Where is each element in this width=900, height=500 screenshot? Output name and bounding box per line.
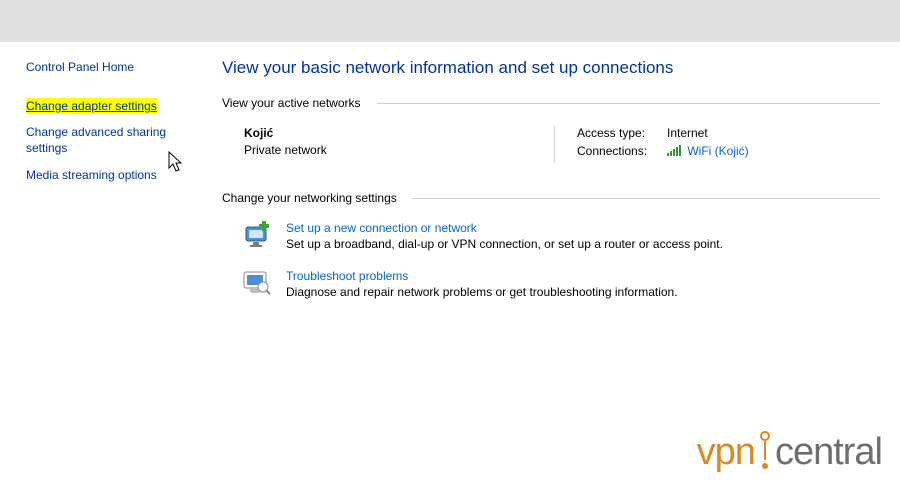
page-title: View your basic network information and … <box>222 58 880 78</box>
change-settings-header: Change your networking settings <box>222 191 880 205</box>
access-type-label: Access type: <box>577 126 667 140</box>
control-panel-home-link[interactable]: Control Panel Home <box>26 60 204 74</box>
task-troubleshoot[interactable]: Troubleshoot problems Diagnose and repai… <box>240 269 880 299</box>
network-name: Kojić <box>244 126 544 140</box>
network-type: Private network <box>244 143 544 157</box>
watermark-divider-icon <box>759 430 771 474</box>
connections-label: Connections: <box>577 144 667 159</box>
setup-connection-icon <box>240 221 272 251</box>
vpncentral-watermark: vpn central <box>697 430 882 474</box>
change-adapter-settings-link[interactable]: Change adapter settings <box>26 98 157 114</box>
network-details: Access type: Internet Connections: <box>554 126 880 163</box>
active-network-block: Kojić Private network Access type: Inter… <box>244 126 880 163</box>
wifi-connection-link[interactable]: WiFi (Kojić) <box>687 144 748 158</box>
troubleshoot-desc: Diagnose and repair network problems or … <box>286 285 880 299</box>
setup-connection-link[interactable]: Set up a new connection or network <box>286 221 477 235</box>
watermark-left: vpn <box>697 431 755 474</box>
sidebar: Control Panel Home Change adapter settin… <box>0 42 210 500</box>
troubleshoot-link[interactable]: Troubleshoot problems <box>286 269 408 283</box>
change-advanced-sharing-link[interactable]: Change advanced sharing settings <box>26 124 204 156</box>
access-type-value: Internet <box>667 126 708 140</box>
network-identity: Kojić Private network <box>244 126 554 163</box>
wifi-signal-icon <box>667 145 681 159</box>
media-streaming-options-link[interactable]: Media streaming options <box>26 167 157 183</box>
active-networks-header: View your active networks <box>222 96 880 110</box>
setup-connection-desc: Set up a broadband, dial-up or VPN conne… <box>286 237 880 251</box>
watermark-right: central <box>775 431 882 474</box>
task-setup-connection[interactable]: Set up a new connection or network Set u… <box>240 221 880 251</box>
troubleshoot-icon <box>240 269 272 299</box>
